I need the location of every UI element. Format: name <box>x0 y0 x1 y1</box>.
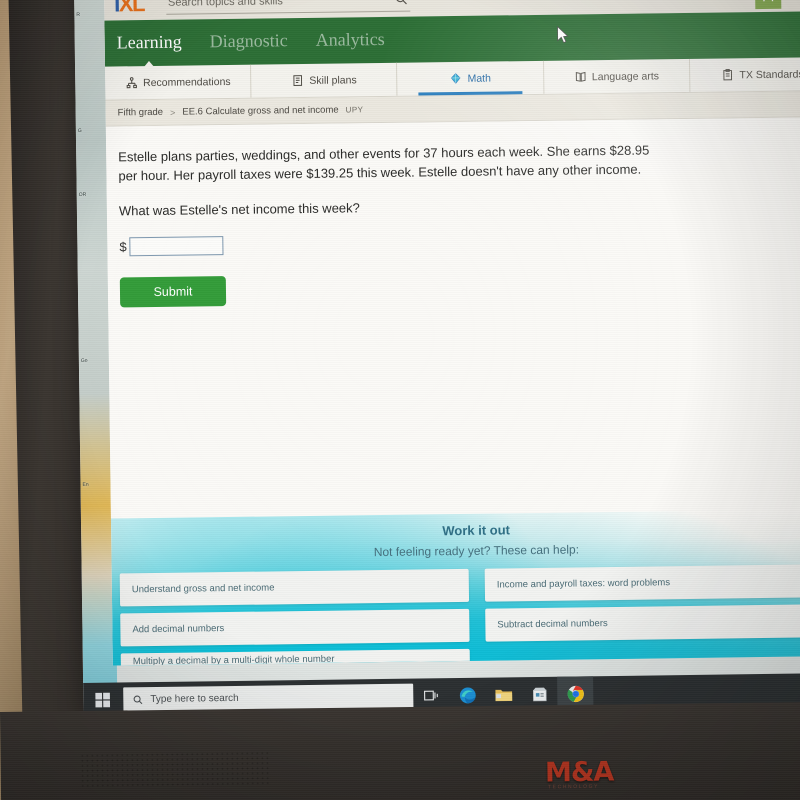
skill-code-badge: UPY <box>345 105 364 115</box>
breadcrumb-grade[interactable]: Fifth grade <box>118 107 164 119</box>
ixl-logo[interactable]: I XL <box>114 0 145 16</box>
welcome-label: Welcome <box>788 0 800 1</box>
nav-item-analytics[interactable]: Analytics <box>316 28 385 52</box>
tab-math[interactable]: Math <box>397 60 545 96</box>
desktop-icon[interactable]: G <box>78 128 91 139</box>
search-input[interactable]: Search topics and skills <box>166 0 283 9</box>
taskbar-search-placeholder: Type here to search <box>150 692 239 706</box>
desktop-icon[interactable]: Go <box>81 358 94 369</box>
breadcrumb-skill: EE.6 Calculate gross and net income <box>182 104 339 118</box>
tab-language-arts[interactable]: Language arts <box>543 58 691 94</box>
tab-recommendations[interactable]: Recommendations <box>105 64 252 100</box>
submit-button[interactable]: Submit <box>119 275 227 308</box>
skill-card[interactable]: Subtract decimal numbers <box>485 604 800 642</box>
tab-language-arts-label: Language arts <box>591 69 660 83</box>
bezel-speaker-grill <box>79 750 271 788</box>
currency-symbol: $ <box>119 239 127 255</box>
work-it-out-subtitle: Not feeling ready yet? These can help: <box>373 542 580 560</box>
book-icon <box>575 71 586 82</box>
clipboard-icon <box>723 69 733 81</box>
tab-skill-plans[interactable]: Skill plans <box>251 62 398 98</box>
answer-input[interactable] <box>129 235 224 256</box>
work-it-out-section: Work it out Not feeling ready yet? These… <box>110 509 800 666</box>
recommendations-icon <box>126 77 137 89</box>
photo-of-monitor-scene: R G OR Go En I XL Search topics and skil… <box>0 0 800 800</box>
monitor-screen: R G OR Go En I XL Search topics and skil… <box>74 0 800 718</box>
account-block[interactable]: Welcome <box>755 0 800 12</box>
question-area: Estelle plans parties, weddings, and oth… <box>105 117 800 519</box>
search-icon <box>133 695 143 705</box>
search-bar[interactable]: Search topics and skills <box>165 0 411 15</box>
answer-row: $ <box>119 228 800 256</box>
tab-math-label: Math <box>467 72 491 85</box>
skill-card[interactable]: Add decimal numbers <box>120 608 470 647</box>
browser-viewport: I XL Search topics and skills Learning D… <box>103 0 800 666</box>
math-diamond-icon <box>451 73 461 84</box>
nav-item-learning[interactable]: Learning <box>117 31 182 55</box>
user-avatar-icon[interactable] <box>755 0 782 10</box>
monitor-brand-sublabel: TECHNOLOGY <box>547 783 600 791</box>
tab-skill-plans-label: Skill plans <box>309 73 357 87</box>
related-skills-grid: Understand gross and net income Income a… <box>112 564 800 666</box>
tab-tx-standards-label: TX Standards <box>739 67 800 81</box>
ixl-logo-xl: XL <box>118 0 145 16</box>
tab-recommendations-label: Recommendations <box>142 75 231 89</box>
chevron-right-icon: > <box>169 107 176 118</box>
desktop-icon[interactable]: OR <box>79 192 92 203</box>
mouse-cursor <box>557 25 569 44</box>
skill-card[interactable]: Multiply a decimal by a multi-digit whol… <box>120 648 470 666</box>
desktop-icon[interactable]: R <box>76 12 89 23</box>
nav-item-diagnostic[interactable]: Diagnostic <box>210 30 288 54</box>
tab-tx-standards[interactable]: TX Standards <box>690 57 800 92</box>
skill-card[interactable]: Understand gross and net income <box>119 568 470 607</box>
question-prompt: What was Estelle's net income this week? <box>118 199 360 219</box>
skill-plans-icon <box>293 75 303 86</box>
desktop-icon[interactable]: En <box>82 482 95 493</box>
skill-card[interactable]: Income and payroll taxes: word problems <box>484 564 800 602</box>
search-icon[interactable] <box>394 0 408 5</box>
